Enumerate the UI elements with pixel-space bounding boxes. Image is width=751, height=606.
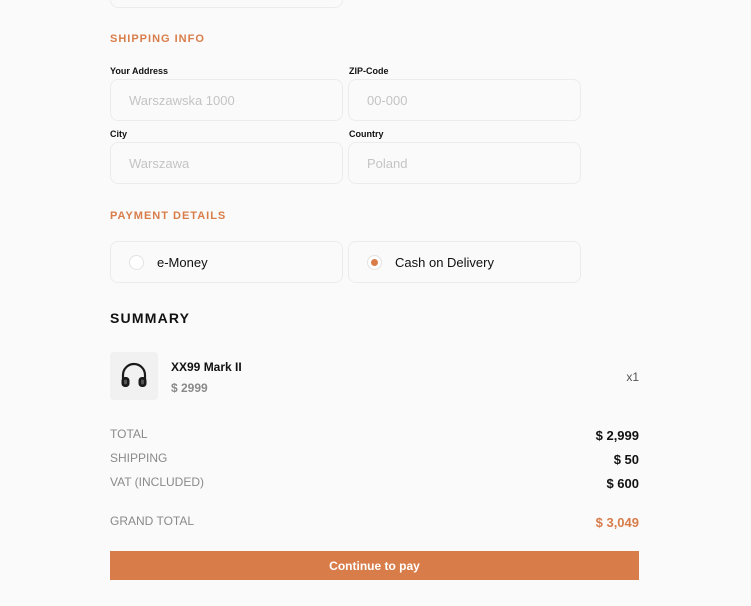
vat-value: $ 600 (606, 476, 639, 491)
address-input[interactable] (110, 79, 343, 121)
product-name: XX99 Mark II (171, 360, 242, 374)
city-label: City (110, 129, 128, 139)
headphones-icon (121, 362, 147, 387)
address-label: Your Address (110, 66, 169, 76)
continue-to-pay-button[interactable]: Continue to pay (110, 551, 639, 580)
radio-dot (371, 258, 378, 266)
summary-title: SUMMARY (110, 310, 191, 326)
payment-option-cash-on-delivery[interactable]: Cash on Delivery (348, 241, 581, 283)
product-price: $ 2999 (171, 381, 208, 395)
grand-total-label: GRAND TOTAL (110, 514, 195, 528)
checkout-page: SHIPPING INFO Your Address ZIP-Code City… (0, 0, 751, 606)
shipping-info-title: SHIPPING INFO (110, 33, 205, 45)
vat-label: VAT (INCLUDED) (110, 475, 205, 489)
radio-checked-icon[interactable] (367, 254, 382, 270)
zip-code-input[interactable] (348, 79, 581, 121)
product-quantity: x1 (626, 370, 639, 384)
payment-option-e-money[interactable]: e-Money (110, 241, 343, 283)
grand-total-value: $ 3,049 (595, 515, 639, 530)
zip-code-label: ZIP-Code (349, 66, 389, 76)
shipping-label: SHIPPING (110, 451, 168, 465)
shipping-value: $ 50 (613, 452, 639, 467)
total-label: TOTAL (110, 427, 148, 441)
payment-option-label: e-Money (157, 254, 208, 270)
country-input[interactable] (348, 142, 581, 184)
city-input[interactable] (110, 142, 343, 184)
country-label: Country (349, 129, 384, 139)
total-value: $ 2,999 (595, 428, 639, 443)
payment-details-title: PAYMENT DETAILS (110, 210, 227, 222)
product-thumbnail (110, 352, 158, 400)
radio-unchecked-icon[interactable] (129, 254, 144, 270)
previous-field-edge[interactable] (110, 0, 343, 8)
payment-option-label: Cash on Delivery (395, 254, 494, 270)
